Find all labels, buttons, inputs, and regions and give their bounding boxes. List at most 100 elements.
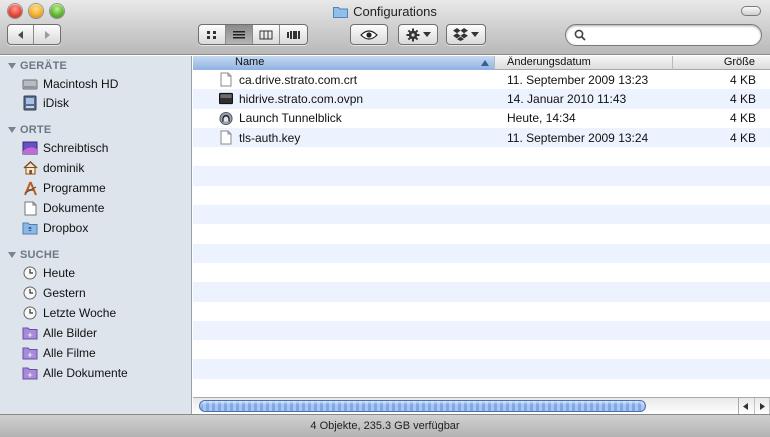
- file-row[interactable]: ca.drive.strato.com.crt 11. September 20…: [193, 70, 770, 90]
- sidebar-item-label: Dropbox: [43, 221, 89, 235]
- scroll-left-button[interactable]: [739, 398, 755, 414]
- back-arrow-icon: [17, 30, 23, 39]
- back-button[interactable]: [8, 25, 34, 44]
- file-name: ca.drive.strato.com.crt: [239, 72, 358, 87]
- sidebar-item-label: Macintosh HD: [43, 77, 119, 91]
- sidebar-item-label: Heute: [43, 266, 76, 280]
- certificate-file-icon: [219, 72, 233, 88]
- list-header: Name Änderungsdatum Größe: [193, 56, 770, 70]
- search-input[interactable]: [590, 28, 755, 42]
- column-header-label: Größe: [723, 56, 755, 68]
- smart-folder-icon: [22, 325, 38, 341]
- dropbox-icon: [453, 28, 468, 41]
- sidebar-item-dropbox[interactable]: Dropbox: [22, 219, 88, 237]
- file-rows: ca.drive.strato.com.crt 11. September 20…: [193, 70, 770, 397]
- empty-row: [193, 340, 770, 360]
- scroll-right-button[interactable]: [755, 398, 770, 414]
- empty-row: [193, 147, 770, 167]
- sidebar-item-label: Alle Bilder: [43, 326, 98, 340]
- forward-button[interactable]: [34, 25, 60, 44]
- sidebar-section-title: GERÄTE: [20, 60, 68, 72]
- forward-arrow-icon: [45, 30, 50, 39]
- status-text: 4 Objekte, 235.3 GB verfügbar: [310, 420, 460, 432]
- hard-drive-icon: [22, 76, 38, 92]
- sidebar-item-alle-dokumente[interactable]: Alle Dokumente: [22, 364, 128, 382]
- window-toolbar: Configurations: [0, 0, 770, 55]
- dropbox-menu-button[interactable]: [446, 24, 486, 45]
- sidebar-item-letzte-woche[interactable]: Letzte Woche: [22, 304, 116, 322]
- cover-flow-icon: [286, 30, 300, 39]
- column-view-button[interactable]: [253, 25, 280, 44]
- scroll-left-icon: [743, 402, 749, 410]
- sort-ascending-icon: [481, 60, 489, 66]
- sidebar-section-title: SUCHE: [20, 249, 60, 261]
- eye-icon: [360, 29, 378, 40]
- documents-icon: [22, 200, 38, 216]
- sidebar-item-label: Programme: [43, 181, 106, 195]
- chevron-down-icon: [471, 31, 479, 37]
- empty-row: [193, 185, 770, 206]
- sidebar-item-label: Letzte Woche: [43, 306, 117, 320]
- file-row[interactable]: hidrive.strato.com.ovpn 14. Januar 2010 …: [193, 89, 770, 109]
- clock-icon: [22, 285, 38, 301]
- file-date: 11. September 2009 13:23: [507, 72, 649, 87]
- scroll-right-icon: [759, 402, 765, 410]
- search-icon: [574, 29, 586, 41]
- empty-row: [193, 224, 770, 244]
- dropbox-folder-icon: [22, 220, 38, 236]
- file-size: 4 KB: [729, 91, 756, 106]
- sidebar-item-idisk[interactable]: iDisk: [22, 94, 69, 112]
- icon-view-button[interactable]: [199, 25, 226, 44]
- list-view-button[interactable]: [226, 25, 253, 44]
- file-size: 4 KB: [729, 111, 756, 126]
- sidebar-item-label: Dokumente: [43, 201, 105, 215]
- search-field[interactable]: [565, 24, 762, 46]
- empty-row: [193, 166, 770, 186]
- column-header-label: Änderungsdatum: [507, 56, 591, 68]
- column-header-date[interactable]: Änderungsdatum: [495, 56, 673, 70]
- sidebar-item-alle-bilder[interactable]: Alle Bilder: [22, 324, 97, 342]
- sidebar-item-label: Schreibtisch: [43, 141, 109, 155]
- sidebar-item-dokumente[interactable]: Dokumente: [22, 199, 104, 217]
- file-date: 11. September 2009 13:24: [507, 130, 649, 145]
- sidebar-item-gestern[interactable]: Gestern: [22, 284, 86, 302]
- window-title-text: Configurations: [353, 4, 437, 19]
- file-size: 4 KB: [729, 72, 756, 87]
- sidebar-section-search[interactable]: SUCHE: [8, 249, 60, 261]
- smart-folder-icon: [22, 345, 38, 361]
- sidebar-item-programme[interactable]: Programme: [22, 179, 106, 197]
- toolbar-toggle-button[interactable]: [741, 6, 761, 16]
- sidebar-item-label: iDisk: [43, 96, 69, 110]
- desktop-icon: [22, 140, 38, 156]
- column-header-size[interactable]: Größe: [673, 56, 770, 70]
- sidebar-section-places[interactable]: ORTE: [8, 124, 51, 136]
- file-list: Name Änderungsdatum Größe ca.drive.strat…: [193, 56, 770, 397]
- scrollbar-thumb[interactable]: [199, 400, 646, 412]
- empty-row: [193, 320, 770, 341]
- icon-view-icon: [207, 30, 216, 39]
- horizontal-scrollbar[interactable]: [193, 397, 770, 414]
- cover-flow-button[interactable]: [280, 25, 307, 44]
- sidebar-item-dominik[interactable]: dominik: [22, 159, 84, 177]
- file-row[interactable]: tls-auth.key 11. September 2009 13:24 4 …: [193, 127, 770, 148]
- tunnelblick-app-icon: [219, 110, 233, 126]
- empty-row: [193, 301, 770, 321]
- sidebar-item-schreibtisch[interactable]: Schreibtisch: [22, 139, 108, 157]
- sidebar-item-alle-filme[interactable]: Alle Filme: [22, 344, 96, 362]
- sidebar-item-macintosh-hd[interactable]: Macintosh HD: [22, 75, 118, 93]
- action-menu-button[interactable]: [398, 24, 438, 45]
- file-row[interactable]: Launch Tunnelblick Heute, 14:34 4 KB: [193, 108, 770, 128]
- empty-row: [193, 262, 770, 283]
- list-view-icon: [233, 30, 245, 38]
- file-size: 4 KB: [729, 130, 756, 145]
- ovpn-file-icon: [219, 91, 233, 107]
- sidebar-item-heute[interactable]: Heute: [22, 264, 75, 282]
- quick-look-button[interactable]: [350, 24, 388, 45]
- applications-icon: [22, 180, 38, 196]
- column-view-icon: [259, 30, 273, 39]
- disclosure-triangle-icon: [8, 252, 16, 258]
- column-header-name[interactable]: Name: [193, 56, 495, 70]
- status-bar: 4 Objekte, 235.3 GB verfügbar: [0, 414, 770, 437]
- empty-row: [193, 205, 770, 225]
- sidebar-section-devices[interactable]: GERÄTE: [8, 60, 67, 72]
